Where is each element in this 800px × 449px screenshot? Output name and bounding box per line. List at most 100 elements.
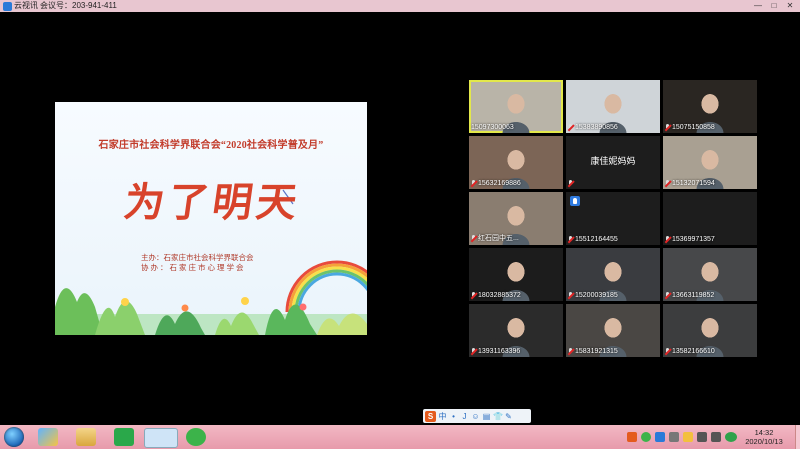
participant-label xyxy=(568,180,573,187)
system-tray: 14:32 2020/10/13 xyxy=(625,425,800,449)
participant-tile[interactable]: 13663119852 xyxy=(663,248,757,301)
participant-label: 15369971357 xyxy=(665,236,715,243)
ime-tray-icon[interactable] xyxy=(627,432,637,442)
clock-date: 2020/10/13 xyxy=(745,437,783,446)
mic-muted-icon xyxy=(568,180,573,187)
ime-tools-icon[interactable]: ✎ xyxy=(504,412,513,421)
participant-label: 15200039185 xyxy=(568,292,618,299)
participant-tile[interactable]: 18032885372 xyxy=(469,248,563,301)
mic-muted-icon xyxy=(665,124,670,131)
raise-hand-icon xyxy=(570,196,580,206)
participant-id: 15369971357 xyxy=(672,236,715,243)
app-logo-icon xyxy=(3,1,12,11)
participant-label: 13931163396 xyxy=(471,348,520,355)
participant-label: 15075150858 xyxy=(665,124,715,131)
security-tray-icon[interactable] xyxy=(725,432,737,442)
shared-slide: 石家庄市社会科学界联合会“2020社会科学普及月” 为了明天 主办：石家庄市社会… xyxy=(55,102,367,335)
participant-id: 15132071594 xyxy=(672,180,715,187)
participant-label: 15383890856 xyxy=(568,124,618,131)
participant-label: 13582166610 xyxy=(665,348,715,355)
participant-id: 15512164455 xyxy=(575,236,618,243)
close-icon[interactable]: ✕ xyxy=(782,0,798,12)
tray-warning-icon[interactable] xyxy=(683,432,693,442)
window-controls: — □ ✕ xyxy=(750,0,798,12)
folder-icon[interactable] xyxy=(76,428,96,446)
taskbar-app-meeting-icon[interactable] xyxy=(144,428,178,448)
participant-id: 15831921315 xyxy=(575,348,618,355)
app-title-group: 云视讯 会议号：203-941-411 xyxy=(3,0,117,12)
participant-label: 15632169886 xyxy=(471,180,521,187)
maximize-icon[interactable]: □ xyxy=(766,0,782,12)
taskbar-clock[interactable]: 14:32 2020/10/13 xyxy=(739,428,789,446)
participant-tile[interactable]: 15132071594 xyxy=(663,136,757,189)
slide-coop-line: 协办：石家庄市心理学会 xyxy=(141,263,246,272)
participant-tile[interactable]: 康佳妮妈妈 xyxy=(566,136,660,189)
wechat-icon[interactable] xyxy=(186,428,206,446)
participant-tile[interactable]: 15075150858 xyxy=(663,80,757,133)
participant-label: 15132071594 xyxy=(665,180,715,187)
ime-logo-icon[interactable]: S xyxy=(425,410,436,422)
ime-toolbar[interactable]: S 中 • J ☺ ▤ 👕 ✎ xyxy=(423,409,531,423)
participant-id: 15383890856 xyxy=(575,124,618,131)
ime-punct-icon[interactable]: • xyxy=(449,412,458,421)
clock-time: 14:32 xyxy=(754,428,774,437)
taskbar-app-photos-icon[interactable] xyxy=(38,428,58,446)
participant-label: 15097300063 xyxy=(471,124,514,131)
participant-id: 13582166610 xyxy=(672,348,715,355)
participant-label: 18032885372 xyxy=(471,292,521,299)
app-name: 云视讯 xyxy=(14,1,38,10)
participant-id: 13663119852 xyxy=(672,292,715,299)
ime-language-toggle[interactable]: 中 xyxy=(438,411,447,422)
show-desktop-button[interactable] xyxy=(795,425,800,449)
participant-id: 15075150858 xyxy=(672,124,715,131)
mic-muted-icon xyxy=(471,292,476,299)
mic-muted-icon xyxy=(568,348,573,355)
mic-muted-icon xyxy=(568,124,573,131)
slide-headline: 为了明天 xyxy=(121,180,304,225)
participant-tile[interactable]: 15383890856 xyxy=(566,80,660,133)
mic-muted-icon xyxy=(665,348,670,355)
participant-tile[interactable]: 15369971357 xyxy=(663,192,757,245)
participant-id: 18032885372 xyxy=(478,292,521,299)
windows-taskbar: 14:32 2020/10/13 xyxy=(0,425,800,449)
mic-muted-icon xyxy=(471,234,476,242)
mic-muted-icon xyxy=(568,236,573,243)
wechat-tray-icon[interactable] xyxy=(641,432,651,442)
ime-keyboard-icon[interactable]: ▤ xyxy=(482,412,491,421)
meeting-number: 会议号：203-941-411 xyxy=(40,1,117,10)
participant-id: 红石园中五... xyxy=(478,235,519,242)
participant-id: 15632169886 xyxy=(478,180,521,187)
start-button[interactable] xyxy=(4,427,24,447)
participant-tile[interactable]: 13931163396 xyxy=(469,304,563,357)
participant-label: 13663119852 xyxy=(665,292,714,299)
participant-tile[interactable]: 红石园中五... xyxy=(469,192,563,245)
mic-muted-icon xyxy=(665,180,670,187)
mic-muted-icon xyxy=(665,236,670,243)
volume-icon[interactable] xyxy=(711,432,721,442)
tray-app-icon[interactable] xyxy=(669,432,679,442)
minimize-icon[interactable]: — xyxy=(750,0,766,12)
participant-tile[interactable]: 13582166610 xyxy=(663,304,757,357)
network-icon[interactable] xyxy=(697,432,707,442)
participant-tile[interactable]: 15200039185 xyxy=(566,248,660,301)
mic-muted-icon xyxy=(665,292,670,299)
participant-label: 红石园中五... xyxy=(471,233,519,243)
slide-subtitle: 石家庄市社会科学界联合会“2020社会科学普及月” xyxy=(98,140,324,151)
ime-voice-icon[interactable]: J xyxy=(460,412,469,421)
participant-label: 15512164455 xyxy=(568,236,618,243)
ime-emoji-icon[interactable]: ☺ xyxy=(471,412,480,421)
participant-tile[interactable]: 15831921315 xyxy=(566,304,660,357)
participant-id: 13931163396 xyxy=(478,348,521,355)
meeting-tray-icon[interactable] xyxy=(655,432,665,442)
ime-skin-icon[interactable]: 👕 xyxy=(493,412,503,421)
participant-tile[interactable]: 15097300063 xyxy=(469,80,563,133)
participant-id: 15097300063 xyxy=(471,124,514,131)
mic-muted-icon xyxy=(471,180,476,187)
participant-display-name: 康佳妮妈妈 xyxy=(590,156,636,166)
participant-tile[interactable]: 15632169886 xyxy=(469,136,563,189)
participant-tile[interactable]: 15512164455 xyxy=(566,192,660,245)
taskbar-app-media-icon[interactable] xyxy=(114,428,134,446)
mic-muted-icon xyxy=(471,348,476,355)
participant-label: 15831921315 xyxy=(568,348,618,355)
participant-id: 15200039185 xyxy=(575,292,618,299)
